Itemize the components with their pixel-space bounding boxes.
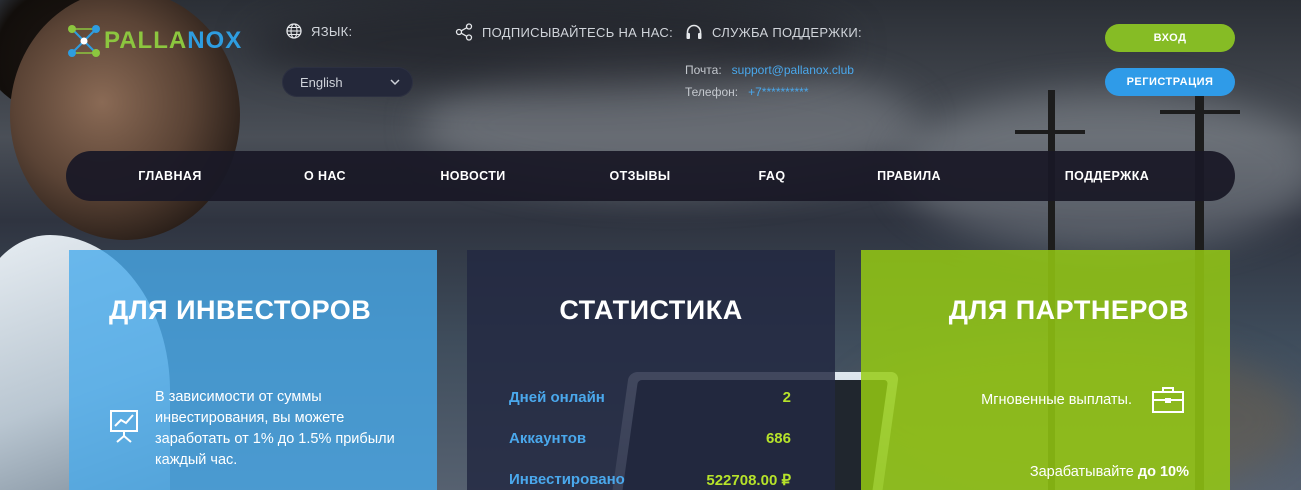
partners-earn-text: Зарабатывайте до 10% (1030, 464, 1189, 480)
login-button[interactable]: ВХОД (1105, 24, 1235, 52)
share-icon (455, 23, 473, 41)
language-label-text: ЯЗЫК: (311, 23, 353, 39)
stat-value: 2 (782, 389, 791, 406)
stats-panel: СТАТИСТИКА Дней онлайн 2 Аккаунтов 686 И… (467, 250, 835, 490)
subscribe-label-text: ПОДПИСЫВАЙТЕСЬ НА НАС: (482, 24, 673, 40)
stat-value: 522708.00 ₽ (706, 472, 791, 489)
briefcase-icon (1152, 387, 1184, 413)
language-selected-value: English (300, 74, 343, 90)
power-crossbar (1015, 130, 1085, 134)
email-label: Почта: (685, 63, 722, 77)
investors-panel: ДЛЯ ИНВЕСТОРОВ В зависимости от суммы ин… (69, 250, 437, 490)
contact-phone: Телефон: +7********** (685, 85, 809, 99)
partners-instant-payouts: Мгновенные выплаты. (981, 392, 1132, 408)
stat-label: Инвестировано (509, 471, 625, 488)
language-label: ЯЗЫК: (286, 23, 352, 39)
presentation-chart-icon (110, 410, 138, 443)
investors-text: В зависимости от суммы инвестирования, в… (155, 389, 395, 468)
page: PALLANOX ЯЗЫК: English ПОДПИСЫВАЙТЕСЬ НА… (0, 0, 1301, 490)
globe-icon (286, 23, 302, 39)
investors-title: ДЛЯ ИНВЕСТОРОВ (109, 295, 372, 325)
network-logo-icon (68, 25, 100, 57)
chevron-down-icon (390, 79, 400, 86)
headphones-icon (686, 24, 702, 39)
power-crossbar (1160, 110, 1240, 114)
nav-item-support[interactable]: ПОДДЕРЖКА (1065, 151, 1149, 201)
nav-item-news[interactable]: НОВОСТИ (440, 151, 505, 201)
support-label-text: СЛУЖБА ПОДДЕРЖКИ: (712, 24, 862, 40)
nav-item-about[interactable]: О НАС (304, 151, 346, 201)
support-label: СЛУЖБА ПОДДЕРЖКИ: (685, 23, 862, 41)
logo[interactable]: PALLANOX (66, 22, 242, 60)
contact-email: Почта: support@pallanox.club (685, 63, 854, 77)
main-nav: ГЛАВНАЯ О НАС НОВОСТИ ОТЗЫВЫ FAQ ПРАВИЛА… (66, 151, 1235, 201)
stat-value: 686 (765, 430, 791, 447)
stat-label: Дней онлайн (509, 389, 605, 406)
nav-item-faq[interactable]: FAQ (759, 151, 786, 201)
logo-text-part2: NOX (187, 27, 243, 54)
nav-item-reviews[interactable]: ОТЗЫВЫ (609, 151, 670, 201)
logo-text-part1: PALLA (104, 27, 188, 54)
logo-text: PALLANOX (104, 27, 242, 55)
register-button[interactable]: РЕГИСТРАЦИЯ (1105, 68, 1235, 96)
stat-label: Аккаунтов (509, 430, 587, 447)
email-link[interactable]: support@pallanox.club (732, 63, 854, 77)
subscribe-label: ПОДПИСЫВАЙТЕСЬ НА НАС: (455, 23, 673, 41)
phone-value[interactable]: +7********** (748, 85, 808, 99)
nav-item-home[interactable]: ГЛАВНАЯ (138, 151, 201, 201)
partners-earn-percent: до 10% (1137, 464, 1189, 480)
language-select[interactable]: English (282, 67, 413, 97)
nav-item-rules[interactable]: ПРАВИЛА (877, 151, 941, 201)
stats-title: СТАТИСТИКА (559, 295, 743, 325)
partners-earn-prefix: Зарабатывайте (1029, 464, 1138, 480)
phone-label: Телефон: (685, 85, 739, 99)
partners-panel: ДЛЯ ПАРТНЕРОВ Мгновенные выплаты. Зараба… (861, 250, 1230, 490)
partners-title: ДЛЯ ПАРТНЕРОВ (948, 295, 1189, 325)
